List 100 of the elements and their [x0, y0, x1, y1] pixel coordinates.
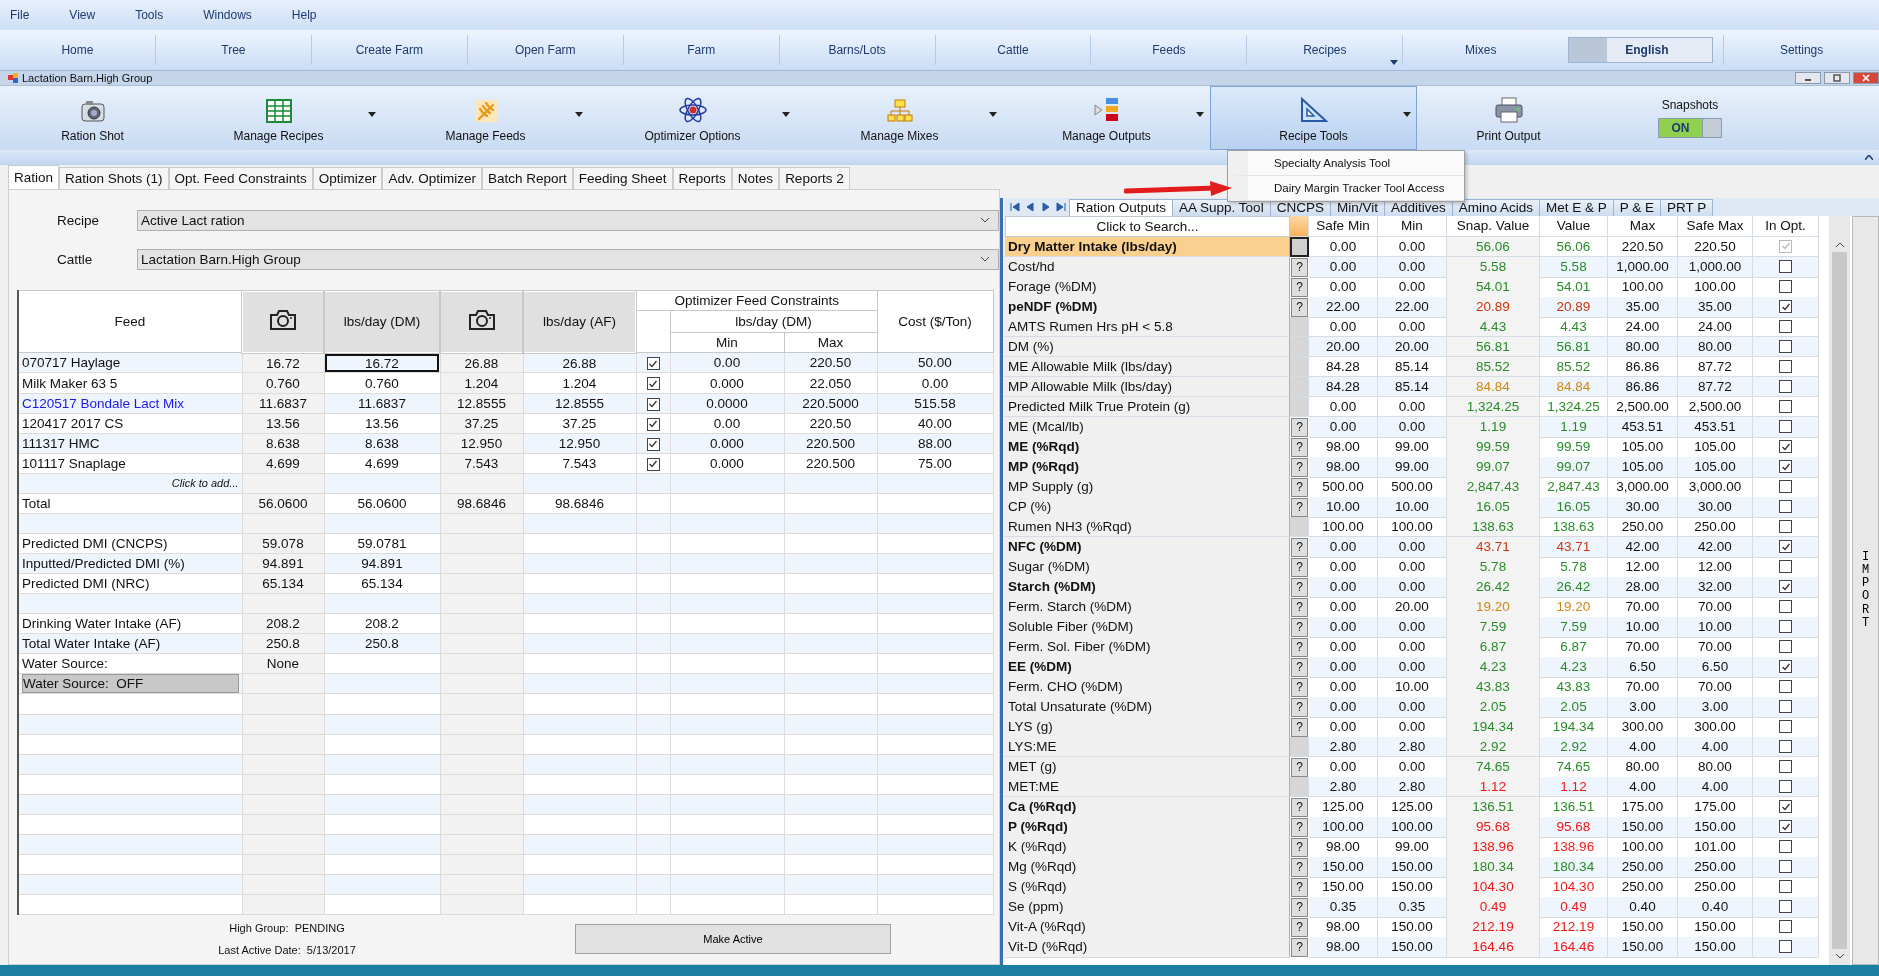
- tab[interactable]: AA Supp. Tool: [1172, 198, 1271, 216]
- table-row[interactable]: NFC (%DM) ? 0.00 0.00 43.71 43.71 42.00 42.00: [1005, 536, 1829, 557]
- help-button[interactable]: ?: [1291, 617, 1308, 637]
- collapse-icon[interactable]: [1865, 154, 1873, 160]
- checkbox[interactable]: [1779, 739, 1792, 753]
- checkbox[interactable]: [646, 377, 660, 391]
- language-button[interactable]: English: [1568, 36, 1714, 63]
- table-cell[interactable]: 13.56: [324, 413, 440, 434]
- help-button[interactable]: ?: [1291, 537, 1308, 557]
- menu-item[interactable]: Help: [287, 8, 335, 22]
- caret-icon[interactable]: [1196, 111, 1204, 117]
- tab[interactable]: Met E & P: [1539, 198, 1614, 216]
- checkbox[interactable]: [646, 397, 660, 411]
- checkbox[interactable]: [646, 417, 660, 431]
- close-icon[interactable]: [1853, 71, 1879, 84]
- water-source-toggle[interactable]: Water Source: OFF: [22, 674, 239, 694]
- table-row[interactable]: peNDF (%DM) ? 22.00 22.00 20.89 20.89 35.00 35.00: [1005, 296, 1829, 317]
- tab[interactable]: Reports 2: [779, 166, 850, 189]
- tab[interactable]: Reports: [672, 166, 732, 189]
- table-row[interactable]: ME (Mcal/lb) ? 0.00 0.00 1.19 1.19 453.51 453.51: [1005, 416, 1829, 437]
- help-button[interactable]: ?: [1291, 717, 1308, 737]
- table-row[interactable]: ME Allowable Milk (lbs/day) 84.28 85.14 85.52 85.52 86.86 87.72: [1005, 356, 1829, 377]
- toolbar-button[interactable]: Manage Recipes: [175, 85, 382, 150]
- toolbar-button[interactable]: Manage Outputs: [1003, 85, 1210, 150]
- tab[interactable]: Optimizer: [312, 166, 383, 189]
- help-button[interactable]: ?: [1291, 817, 1308, 837]
- table-row[interactable]: Ferm. Starch (%DM) ? 0.00 20.00 19.20 19.20 70.00 70.00: [1005, 596, 1829, 617]
- table-row[interactable]: EE (%DM) ? 0.00 0.00 4.23 4.23 6.50 6.50: [1005, 656, 1829, 677]
- nav-button[interactable]: Recipes: [1246, 34, 1403, 65]
- checkbox[interactable]: [1779, 660, 1792, 674]
- checkbox[interactable]: [1779, 420, 1792, 434]
- table-row[interactable]: Ca (%Rqd) ? 125.00 125.00 136.51 136.51 175.00 175.00: [1005, 796, 1829, 817]
- help-button[interactable]: ?: [1291, 457, 1308, 477]
- checkbox[interactable]: [1779, 480, 1792, 494]
- help-button[interactable]: ?: [1291, 277, 1308, 297]
- toolbar-button[interactable]: Manage Mixes: [796, 85, 1003, 150]
- tab[interactable]: Opt. Feed Constraints: [168, 166, 313, 189]
- table-row[interactable]: Ferm. CHO (%DM) ? 0.00 10.00 43.83 43.83 70.00 70.00: [1005, 676, 1829, 697]
- checkbox[interactable]: [1779, 680, 1792, 694]
- help-button[interactable]: ?: [1291, 437, 1308, 457]
- table-cell[interactable]: 4.699: [324, 453, 440, 474]
- checkbox[interactable]: [1779, 880, 1792, 894]
- help-button[interactable]: ?: [1291, 697, 1308, 717]
- checkbox[interactable]: [646, 457, 660, 471]
- help-button[interactable]: ?: [1291, 757, 1308, 777]
- checkbox[interactable]: [1779, 760, 1792, 774]
- nav-button[interactable]: Settings: [1723, 34, 1879, 65]
- help-button[interactable]: ?: [1291, 257, 1308, 277]
- dropdown-field[interactable]: Lactation Barn.High Group: [137, 248, 999, 270]
- table-row[interactable]: Vit-A (%Rqd) ? 98.00 150.00 212.19 212.19 150.00 150.00: [1005, 916, 1829, 937]
- nav-button[interactable]: Home: [0, 34, 155, 65]
- tab[interactable]: Batch Report: [481, 166, 573, 189]
- restore-icon[interactable]: [1824, 71, 1850, 84]
- help-button[interactable]: ?: [1291, 837, 1308, 857]
- checkbox[interactable]: [1779, 840, 1792, 854]
- checkbox[interactable]: [1779, 940, 1792, 954]
- table-row[interactable]: Sugar (%DM) ? 0.00 0.00 5.78 5.78 12.00 12.00: [1005, 556, 1829, 577]
- scrollbar-thumb[interactable]: [1832, 251, 1847, 949]
- toggle-switch[interactable]: ON: [1658, 117, 1722, 138]
- table-row[interactable]: Cost/hd ? 0.00 0.00 5.58 5.58 1,000.00 1,000.00: [1005, 256, 1829, 277]
- table-row[interactable]: LYS (g) ? 0.00 0.00 194.34 194.34 300.00 300.00: [1005, 716, 1829, 737]
- scroll-up-icon[interactable]: [1834, 241, 1845, 248]
- checkbox[interactable]: [646, 437, 660, 451]
- tab[interactable]: PRT P: [1660, 198, 1714, 216]
- dropdown-field[interactable]: Active Lact ration: [137, 209, 999, 231]
- table-row[interactable]: Forage (%DM) ? 0.00 0.00 54.01 54.01 100.00 100.00: [1005, 276, 1829, 297]
- table-cell[interactable]: 0.760: [324, 372, 440, 394]
- help-button[interactable]: ?: [1291, 417, 1308, 437]
- table-row[interactable]: DM (%) 20.00 20.00 56.81 56.81 80.00 80.00: [1005, 336, 1829, 357]
- menu-item[interactable]: Tools: [131, 8, 182, 22]
- make-active-button[interactable]: Make Active: [575, 923, 891, 954]
- help-button[interactable]: ?: [1291, 677, 1308, 697]
- table-row[interactable]: Total Unsaturate (%DM) ? 0.00 0.00 2.05 2.05 3.00 3.00: [1005, 696, 1829, 717]
- checkbox[interactable]: [1779, 460, 1792, 474]
- nav-button[interactable]: Feeds: [1090, 34, 1247, 65]
- checkbox[interactable]: [1779, 280, 1792, 294]
- checkbox[interactable]: [646, 357, 660, 371]
- toolbar-button[interactable]: Manage Feeds: [382, 85, 589, 150]
- menu-item[interactable]: View: [65, 8, 114, 22]
- checkbox[interactable]: [1779, 720, 1792, 734]
- checkbox[interactable]: [1779, 580, 1792, 594]
- help-button[interactable]: ?: [1291, 877, 1308, 897]
- caret-icon[interactable]: [1403, 111, 1411, 117]
- toolbar-button[interactable]: Recipe Tools: [1210, 85, 1417, 150]
- checkbox[interactable]: [1779, 820, 1792, 834]
- table-row[interactable]: K (%Rqd) ? 98.00 99.00 138.96 138.96 100.00 101.00: [1005, 836, 1829, 857]
- checkbox[interactable]: [1779, 300, 1792, 314]
- snapshot-header[interactable]: [242, 290, 324, 353]
- help-button[interactable]: ?: [1291, 477, 1308, 497]
- nav-button[interactable]: Cattle: [934, 34, 1091, 65]
- table-cell[interactable]: C120517 Bondale Lact Mix: [18, 393, 242, 414]
- checkbox[interactable]: [1779, 600, 1792, 614]
- scroll-down-icon[interactable]: [1834, 953, 1845, 959]
- table-row[interactable]: AMTS Rumen Hrs pH < 5.8 0.00 0.00 4.43 4.43 24.00 24.00: [1005, 316, 1829, 337]
- help-button[interactable]: ?: [1291, 857, 1308, 877]
- checkbox[interactable]: [1779, 860, 1792, 874]
- checkbox[interactable]: [1779, 700, 1792, 714]
- nav-button[interactable]: Farm: [622, 34, 779, 65]
- caret-icon[interactable]: [368, 111, 376, 117]
- toolbar-button[interactable]: Ration Shot: [10, 85, 175, 150]
